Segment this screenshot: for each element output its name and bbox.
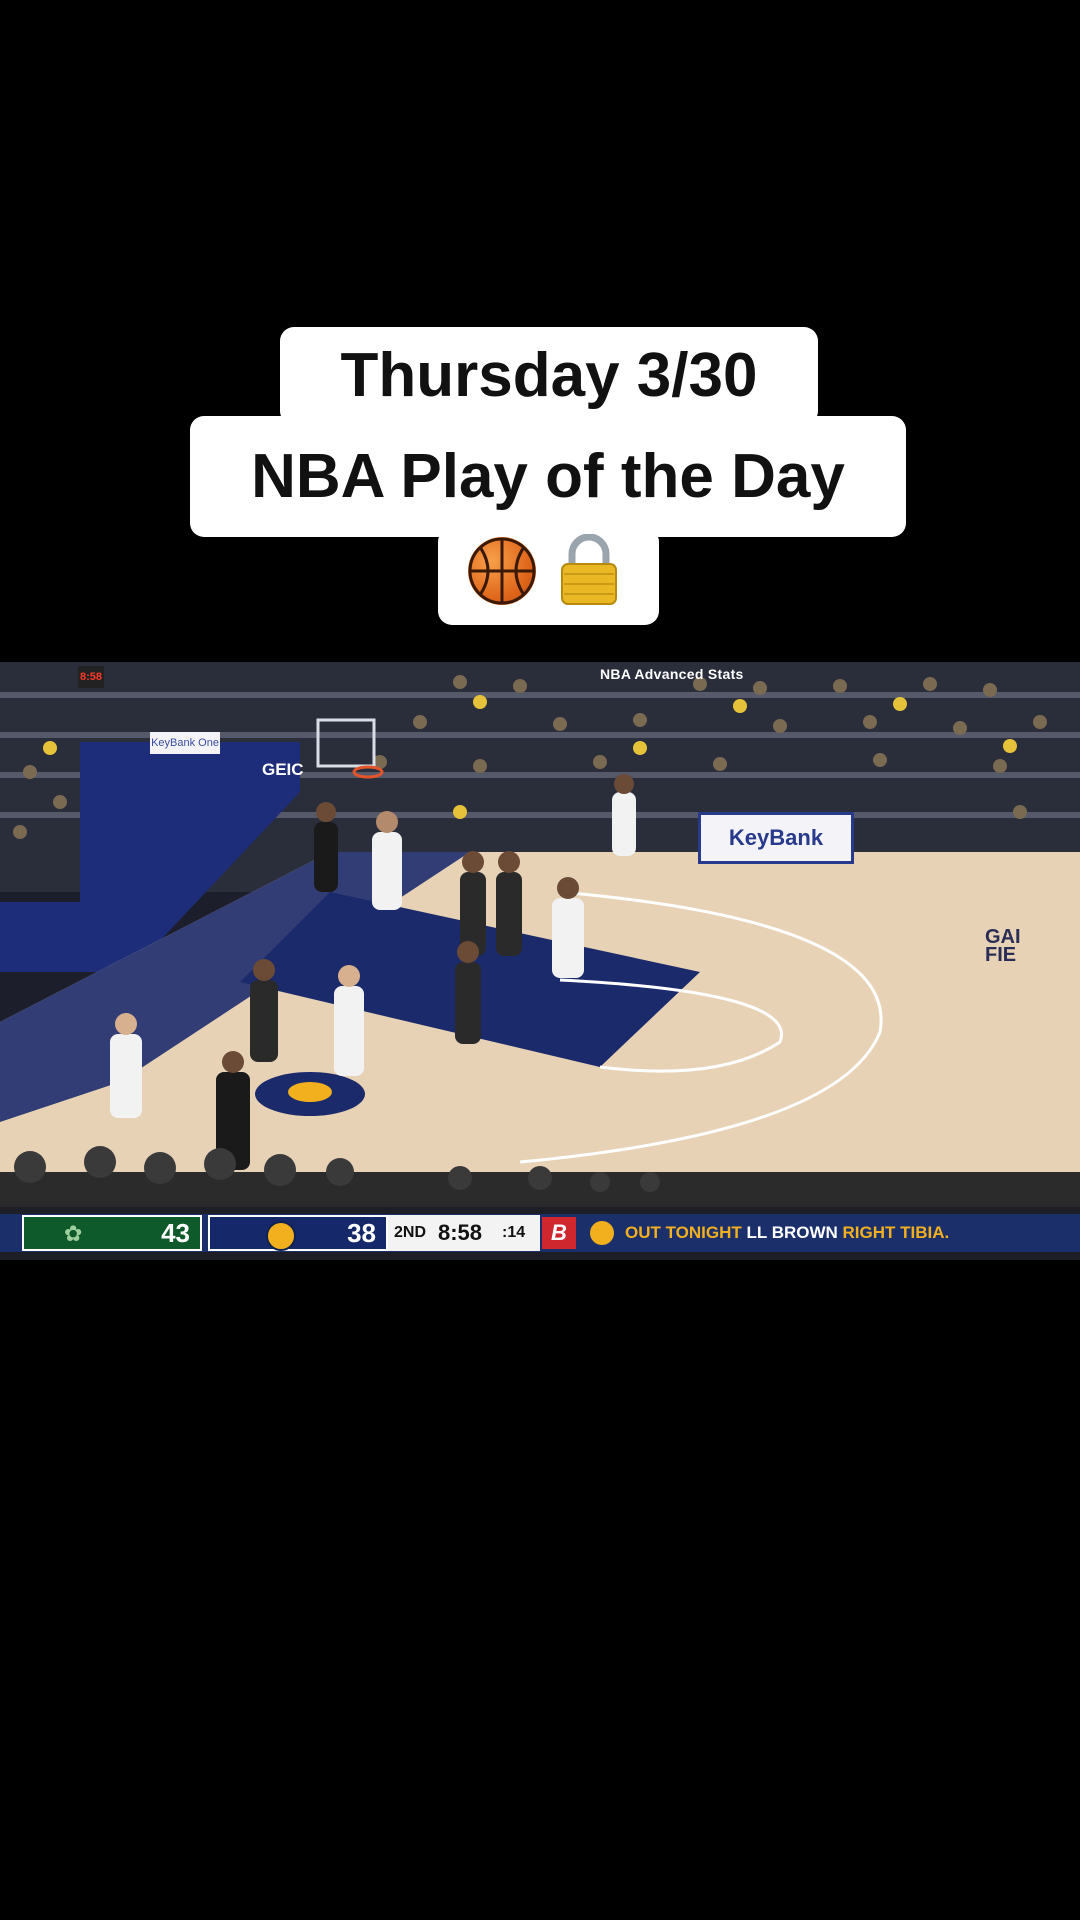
team1-score: 43 (161, 1218, 190, 1248)
team1-score-panel: ✿ 43 (22, 1215, 202, 1251)
overlay-label: NBA Advanced Stats (600, 666, 744, 682)
caption-line-2: NBA Play of the Day (190, 416, 906, 537)
padlock-icon (558, 533, 620, 606)
team2-score-panel: 38 (208, 1215, 388, 1251)
shot-clock: :14 (502, 1224, 526, 1241)
team2-score: 38 (347, 1218, 376, 1248)
bucks-logo-icon: ✿ (64, 1221, 83, 1246)
pacers-mini-logo-icon (590, 1221, 614, 1245)
period-label: 2ND (394, 1224, 427, 1241)
game-clock: 8:58 (438, 1220, 483, 1245)
game-clock-panel: 2ND 8:58 :14 (388, 1215, 540, 1251)
caption-line-1: Thursday 3/30 (280, 327, 818, 425)
basketball-icon (468, 537, 536, 605)
ticker-text-1: LL BROWN (741, 1223, 843, 1242)
scorebug: ✿ 43 38 2ND 8:58 :14 B OUT TONIGHT LL BR… (0, 1214, 1080, 1252)
ticker-highlight-1: OUT TONIGHT (625, 1223, 742, 1242)
budweiser-logo-icon: B (542, 1217, 576, 1249)
keybank-one-sign: KeyBank One (150, 732, 220, 754)
pacers-logo-icon (266, 1221, 296, 1251)
keybank-sign: KeyBank (698, 812, 854, 864)
arena-shot-clock: 8:58 (78, 666, 104, 688)
geico-sign: GEIC (262, 760, 304, 779)
court-sponsor-text: GAI FIE (985, 926, 1021, 966)
ticker-highlight-2: RIGHT TIBIA. (842, 1223, 950, 1242)
news-ticker: OUT TONIGHT LL BROWN RIGHT TIBIA. (625, 1214, 949, 1252)
caption-emoji-row (438, 528, 659, 625)
game-video-frame[interactable]: 8:58 NBA Advanced Stats KeyBank One GEIC… (0, 662, 1080, 1260)
